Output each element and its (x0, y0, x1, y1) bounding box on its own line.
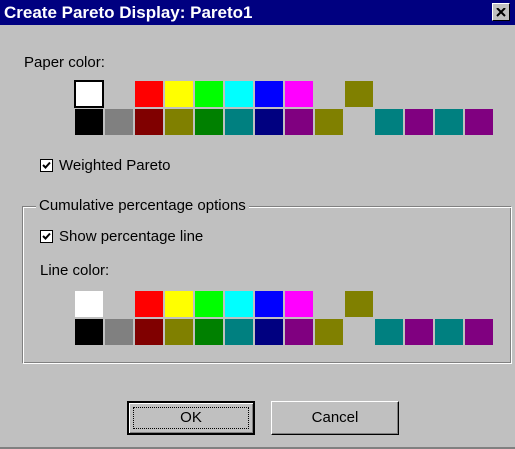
paper-color-swatch[interactable] (224, 108, 254, 136)
paper-color-swatch[interactable] (344, 108, 374, 136)
paper-color-swatch[interactable] (74, 80, 104, 108)
show-percentage-line-label: Show percentage line (59, 228, 204, 245)
line-color-swatch[interactable] (194, 318, 224, 346)
paper-color-swatch[interactable] (104, 80, 134, 108)
paper-color-palette (74, 80, 494, 136)
paper-color-swatch[interactable] (134, 80, 164, 108)
cancel-button[interactable]: Cancel (271, 401, 399, 435)
window-title: Create Pareto Display: Pareto1 (4, 3, 253, 22)
show-percentage-line-check-box[interactable] (40, 230, 53, 243)
line-color-swatch[interactable] (104, 290, 134, 318)
title-bar: Create Pareto Display: Pareto1 (0, 0, 515, 25)
paper-color-swatch[interactable] (74, 108, 104, 136)
paper-color-swatch[interactable] (434, 80, 464, 108)
show-percentage-line-checkbox[interactable]: Show percentage line (40, 228, 203, 245)
line-color-swatch[interactable] (254, 290, 284, 318)
ok-button-label: OK (180, 409, 202, 426)
line-color-swatch[interactable] (374, 290, 404, 318)
line-color-swatch[interactable] (74, 318, 104, 346)
line-color-swatch[interactable] (284, 318, 314, 346)
line-color-swatch[interactable] (434, 290, 464, 318)
weighted-pareto-label: Weighted Pareto (59, 157, 171, 174)
line-color-swatch[interactable] (464, 318, 494, 346)
paper-color-swatch[interactable] (404, 80, 434, 108)
paper-color-swatch[interactable] (134, 108, 164, 136)
line-color-swatch[interactable] (224, 290, 254, 318)
paper-color-swatch[interactable] (464, 108, 494, 136)
weighted-pareto-checkbox[interactable]: Weighted Pareto (40, 157, 170, 174)
checkmark-icon (42, 161, 51, 169)
line-color-swatch[interactable] (434, 318, 464, 346)
paper-color-swatch[interactable] (464, 80, 494, 108)
close-button[interactable] (492, 3, 510, 21)
paper-color-swatch[interactable] (194, 108, 224, 136)
paper-color-swatch[interactable] (194, 80, 224, 108)
paper-color-swatch[interactable] (284, 80, 314, 108)
line-color-swatch[interactable] (404, 290, 434, 318)
line-color-label: Line color: (40, 262, 110, 279)
dialog-window: Create Pareto Display: Pareto1 Paper col… (0, 0, 515, 449)
line-color-palette (74, 290, 494, 346)
line-color-swatch[interactable] (134, 290, 164, 318)
line-color-swatch[interactable] (164, 318, 194, 346)
paper-color-swatch[interactable] (404, 108, 434, 136)
line-color-swatch[interactable] (314, 290, 344, 318)
paper-color-swatch[interactable] (284, 108, 314, 136)
line-color-swatch[interactable] (344, 318, 374, 346)
line-color-swatch[interactable] (134, 318, 164, 346)
line-color-swatch[interactable] (464, 290, 494, 318)
line-color-swatch[interactable] (344, 290, 374, 318)
line-color-swatch[interactable] (104, 318, 134, 346)
paper-color-swatch[interactable] (164, 80, 194, 108)
line-color-swatch[interactable] (314, 318, 344, 346)
ok-button[interactable]: OK (127, 401, 255, 435)
line-color-swatch[interactable] (74, 290, 104, 318)
paper-color-swatch[interactable] (254, 80, 284, 108)
weighted-pareto-check-box[interactable] (40, 159, 53, 172)
checkmark-icon (42, 232, 51, 240)
paper-color-swatch[interactable] (344, 80, 374, 108)
line-color-swatch[interactable] (284, 290, 314, 318)
line-color-swatch[interactable] (404, 318, 434, 346)
paper-color-label: Paper color: (24, 54, 105, 71)
paper-color-swatch[interactable] (374, 108, 404, 136)
paper-color-swatch[interactable] (374, 80, 404, 108)
line-color-swatch[interactable] (224, 318, 254, 346)
cumulative-options-group-label: Cumulative percentage options (36, 197, 249, 215)
cancel-button-label: Cancel (311, 409, 359, 426)
paper-color-swatch[interactable] (254, 108, 284, 136)
line-color-swatch[interactable] (164, 290, 194, 318)
line-color-swatch[interactable] (254, 318, 284, 346)
paper-color-swatch[interactable] (224, 80, 254, 108)
paper-color-swatch[interactable] (314, 108, 344, 136)
paper-color-swatch[interactable] (314, 80, 344, 108)
close-x-icon (496, 7, 506, 17)
line-color-swatch[interactable] (194, 290, 224, 318)
paper-color-swatch[interactable] (164, 108, 194, 136)
paper-color-swatch[interactable] (104, 108, 134, 136)
line-color-swatch[interactable] (374, 318, 404, 346)
paper-color-swatch[interactable] (434, 108, 464, 136)
